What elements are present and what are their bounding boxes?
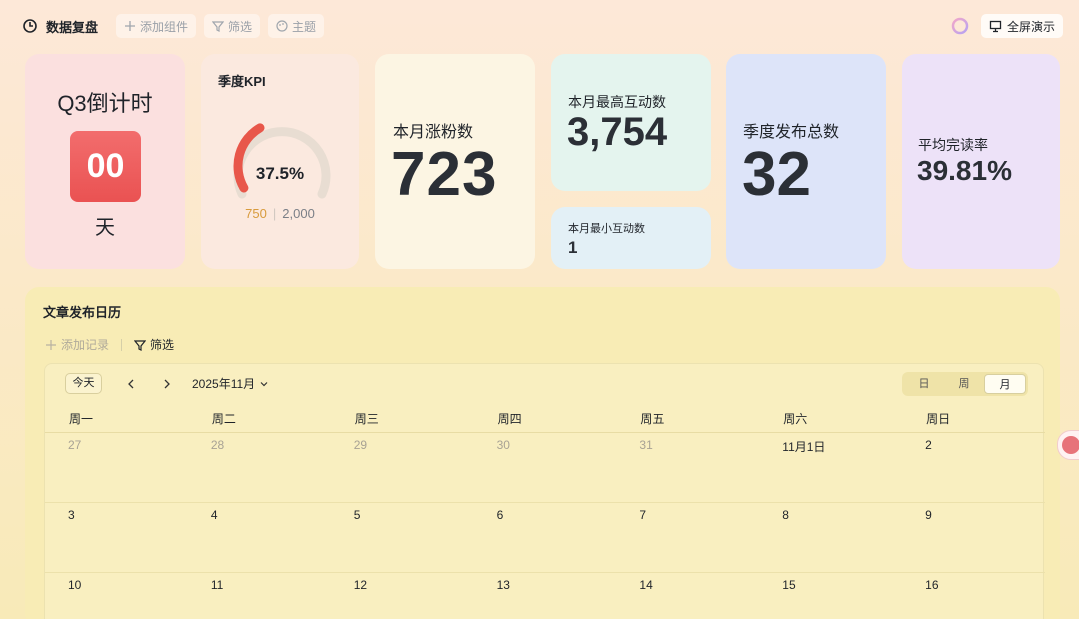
add-widget-button[interactable]: 添加组件 — [116, 14, 197, 38]
calendar-day-cell[interactable]: 5 — [330, 503, 474, 573]
weekday-label: 周三 — [354, 412, 379, 426]
calendar-day-cell[interactable]: 12 — [331, 573, 474, 619]
calendar-day-cell[interactable]: 28 — [187, 433, 331, 503]
kpi-title: 季度KPI — [218, 74, 266, 89]
calendar-title: 文章发布日历 — [43, 305, 122, 320]
countdown-title: Q3倒计时 — [57, 91, 153, 116]
min-interaction-label: 本月最小互动数 — [568, 223, 645, 235]
countdown-value: 00 — [70, 131, 141, 202]
filter-icon — [134, 339, 147, 351]
fans-card[interactable]: 本月涨粉数 723 — [375, 54, 535, 269]
chevron-left-icon[interactable] — [124, 377, 138, 391]
ai-assistant-icon[interactable] — [951, 17, 969, 35]
calendar-day-cell[interactable]: 15 — [759, 573, 902, 619]
calendar-nav: 今天 2025年11月 — [65, 373, 269, 394]
kpi-target: 2,000 — [282, 206, 315, 221]
palette-icon — [276, 20, 288, 32]
countdown-card[interactable]: Q3倒计时 00 天 — [25, 54, 185, 269]
month-selector[interactable]: 2025年11月 — [192, 375, 255, 392]
filter-label: 筛选 — [228, 19, 253, 34]
weekday-label: 周一 — [69, 412, 94, 426]
max-interaction-label: 本月最高互动数 — [568, 94, 666, 110]
top-toolbar: 数据复盘 添加组件 筛选 主题 全屏演示 — [0, 0, 1079, 52]
today-button[interactable]: 今天 — [65, 373, 102, 394]
publish-calendar-panel: 文章发布日历 添加记录 筛选 今天 2025年11月 日 周 月 周一 周二 周三周… — [25, 287, 1060, 619]
read-rate-label: 平均完读率 — [918, 137, 988, 153]
view-day-tab[interactable]: 日 — [904, 374, 944, 394]
countdown-unit: 天 — [95, 217, 115, 239]
weekday-label: 周日 — [926, 412, 951, 426]
calendar-day-cell[interactable]: 8 — [759, 503, 903, 573]
view-switcher: 日 周 月 — [902, 372, 1028, 396]
calendar-day-cell[interactable]: 11月1日 — [759, 433, 903, 503]
min-interaction-value: 1 — [568, 238, 578, 257]
calendar-day-cell[interactable]: 27 — [45, 433, 188, 503]
calendar-day-cell[interactable]: 30 — [473, 433, 617, 503]
calendar-day-cell[interactable]: 6 — [473, 503, 617, 573]
kpi-card[interactable]: 季度KPI 37.5% 750 | 2,000 — [201, 54, 359, 269]
fans-value: 723 — [391, 140, 498, 209]
weekday-label: 周四 — [497, 412, 522, 426]
calendar-view: 今天 2025年11月 日 周 月 周一 周二 周三 周四 周五 周六 周日 27 28 29 3… — [44, 363, 1045, 619]
calendar-day-cell[interactable]: 3 — [45, 503, 188, 573]
calendar-filter-label: 筛选 — [150, 338, 175, 352]
add-record-label: 添加记录 — [61, 338, 110, 352]
toolbar-right: 全屏演示 — [951, 14, 1063, 38]
view-week-tab[interactable]: 周 — [944, 374, 984, 394]
calendar-filter-button[interactable]: 筛选 — [134, 336, 174, 353]
add-widget-label: 添加组件 — [140, 19, 189, 34]
plus-icon — [125, 21, 136, 31]
read-rate-card[interactable]: 平均完读率 39.81% — [902, 54, 1060, 269]
calendar-day-cell[interactable]: 31 — [616, 433, 760, 503]
filter-button[interactable]: 筛选 — [204, 14, 261, 38]
calendar-day-cell[interactable]: 14 — [616, 573, 759, 619]
plus-icon — [46, 339, 56, 350]
dashboard-title: 数据复盘 — [46, 19, 99, 35]
weekday-label: 周五 — [640, 412, 665, 426]
max-interaction-card[interactable]: 本月最高互动数 3,754 — [551, 54, 711, 191]
min-interaction-card[interactable]: 本月最小互动数 1 — [551, 207, 711, 269]
weekday-header: 周一 周二 周三 周四 周五 周六 周日 — [45, 410, 1045, 430]
publish-total-card[interactable]: 季度发布总数 32 — [726, 54, 886, 269]
floating-assistant-tab[interactable] — [1057, 430, 1079, 460]
weekday-label: 周六 — [783, 412, 808, 426]
presentation-icon — [989, 20, 1002, 32]
fullscreen-present-button[interactable]: 全屏演示 — [980, 14, 1063, 38]
view-month-tab[interactable]: 月 — [984, 374, 1026, 394]
kpi-values: 750 | 2,000 — [201, 206, 359, 221]
chevron-down-icon[interactable] — [259, 379, 269, 389]
calendar-day-cell[interactable]: 11 — [188, 573, 331, 619]
action-divider — [121, 338, 123, 351]
kpi-separator: | — [272, 206, 277, 221]
calendar-day-cell[interactable]: 29 — [330, 433, 474, 503]
theme-button[interactable]: 主题 — [268, 14, 325, 38]
fullscreen-present-label: 全屏演示 — [1006, 19, 1055, 34]
publish-total-value: 32 — [742, 140, 811, 209]
add-record-button[interactable]: 添加记录 — [45, 336, 109, 353]
calendar-grid: 27 28 29 30 31 11月1日 2 3 4 5 6 7 8 9 10 11 12 13 14 15 16 — [45, 432, 1045, 619]
calendar-day-cell[interactable]: 2 — [902, 433, 1045, 503]
calendar-day-cell[interactable]: 4 — [187, 503, 331, 573]
read-rate-value: 39.81% — [917, 155, 1012, 186]
kpi-percent: 37.5% — [255, 164, 305, 183]
calendar-day-cell[interactable]: 10 — [45, 573, 188, 619]
calendar-day-cell[interactable]: 16 — [902, 573, 1045, 619]
filter-icon — [212, 21, 225, 32]
theme-label: 主题 — [292, 19, 317, 34]
calendar-day-cell[interactable]: 7 — [616, 503, 760, 573]
dashboard-icon — [23, 19, 37, 33]
translate-icon — [1062, 436, 1079, 454]
calendar-day-cell[interactable]: 13 — [474, 573, 617, 619]
kpi-current: 750 — [245, 206, 267, 221]
max-interaction-value: 3,754 — [567, 110, 668, 154]
calendar-day-cell[interactable]: 9 — [902, 503, 1045, 573]
chevron-right-icon[interactable] — [160, 377, 174, 391]
toolbar-left: 数据复盘 添加组件 筛选 主题 — [22, 14, 325, 38]
weekday-label: 周二 — [211, 412, 236, 426]
calendar-actions: 添加记录 筛选 — [45, 336, 174, 353]
